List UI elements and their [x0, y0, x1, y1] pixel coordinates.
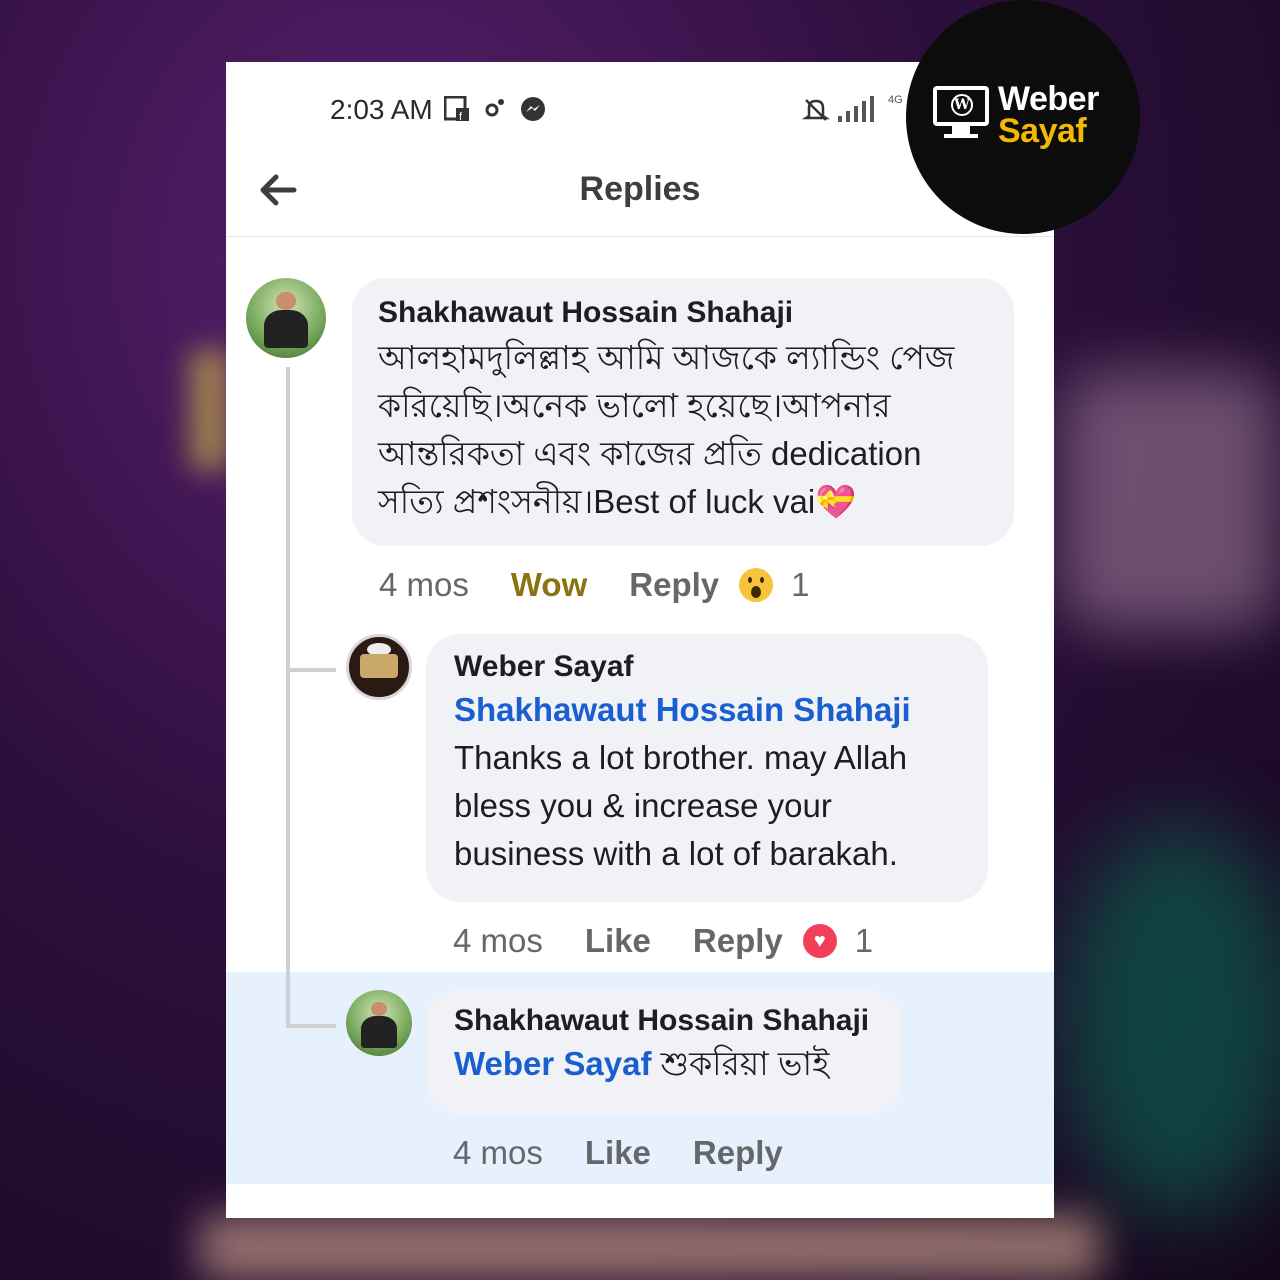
comment-text-line: আন্তরিকতা এবং কাজের প্রতি dedication	[378, 435, 922, 472]
mention-link[interactable]: Shakhawaut Hossain Shahaji	[454, 686, 960, 734]
background-blur	[1060, 820, 1280, 1220]
comment-author[interactable]: Shakhawaut Hossain Shahaji	[378, 296, 988, 330]
comment-text: Weber Sayaf শুকরিয়া ভাই	[454, 1040, 874, 1088]
comment-text-line: bless you & increase your	[454, 787, 832, 824]
comment-time: 4 mos	[453, 922, 543, 959]
like-button[interactable]: Like	[585, 922, 651, 960]
comment-time: 4 mos	[379, 566, 469, 603]
comment-bubble: Weber Sayaf Shakhawaut Hossain Shahaji T…	[426, 634, 988, 902]
network-type-icon: 4G	[888, 94, 903, 106]
watermark-text-line2: Sayaf	[998, 112, 1087, 150]
comment-text-line: business with a lot of barakah.	[454, 835, 898, 872]
signal-icon	[838, 96, 874, 122]
monitor-wordpress-icon: W	[933, 86, 989, 126]
love-reaction-icon[interactable]	[802, 924, 837, 958]
comment-text-line: করিয়েছি।অনেক ভালো হয়েছে।আপনার	[378, 387, 891, 424]
avatar[interactable]	[246, 278, 326, 358]
thread-line	[286, 367, 290, 1027]
comment-text-line: Thanks a lot brother. may Allah	[454, 739, 908, 776]
comment-author[interactable]: Weber Sayaf	[454, 650, 960, 684]
reply-button[interactable]: Reply	[693, 922, 783, 960]
comment-actions: 4 mos Wow Reply 1	[379, 562, 810, 608]
avatar[interactable]	[346, 990, 412, 1056]
comment-actions: 4 mos Like Reply 1	[453, 918, 873, 964]
comment-time: 4 mos	[453, 1134, 543, 1171]
background-blur	[1060, 370, 1280, 630]
comment-bubble: Shakhawaut Hossain Shahaji আলহামদুলিল্লা…	[352, 278, 1014, 546]
thread-connector	[286, 1024, 336, 1028]
facebook-page-icon: f	[443, 95, 470, 128]
reply-button[interactable]: Reply	[693, 1134, 783, 1172]
mute-icon	[801, 96, 831, 130]
comment-actions: 4 mos Like Reply	[453, 1130, 783, 1176]
comment-text-line: আলহামদুলিল্লাহ আমি আজকে ল্যান্ডিং পেজ	[378, 339, 955, 376]
like-button[interactable]: Like	[585, 1134, 651, 1172]
thread-connector	[286, 668, 336, 672]
comment-bubble: Shakhawaut Hossain Shahaji Weber Sayaf শ…	[426, 990, 902, 1114]
comment-author[interactable]: Shakhawaut Hossain Shahaji	[454, 1004, 874, 1038]
reaction-count[interactable]: 1	[855, 922, 873, 960]
background-blur	[190, 350, 230, 470]
background-blur	[200, 1215, 1100, 1280]
avatar[interactable]	[346, 634, 412, 700]
wow-reaction-icon[interactable]	[739, 568, 774, 602]
wow-button[interactable]: Wow	[511, 566, 587, 604]
comment-text-body: শুকরিয়া ভাই	[660, 1045, 830, 1082]
watermark-logo: W Weber Sayaf	[906, 0, 1140, 234]
reaction-count[interactable]: 1	[791, 566, 809, 604]
reply-button[interactable]: Reply	[629, 566, 719, 604]
messenger-icon	[520, 96, 546, 128]
gear-icon	[482, 96, 506, 126]
mention-link[interactable]: Weber Sayaf	[454, 1045, 651, 1082]
comment-text-line: সত্যি প্রশংসনীয়।Best of luck vai💝	[378, 483, 857, 520]
phone-screen: 2:03 AM f 4G Replies Shakhawaut Hossain …	[226, 62, 1054, 1218]
status-time: 2:03 AM	[330, 94, 433, 125]
